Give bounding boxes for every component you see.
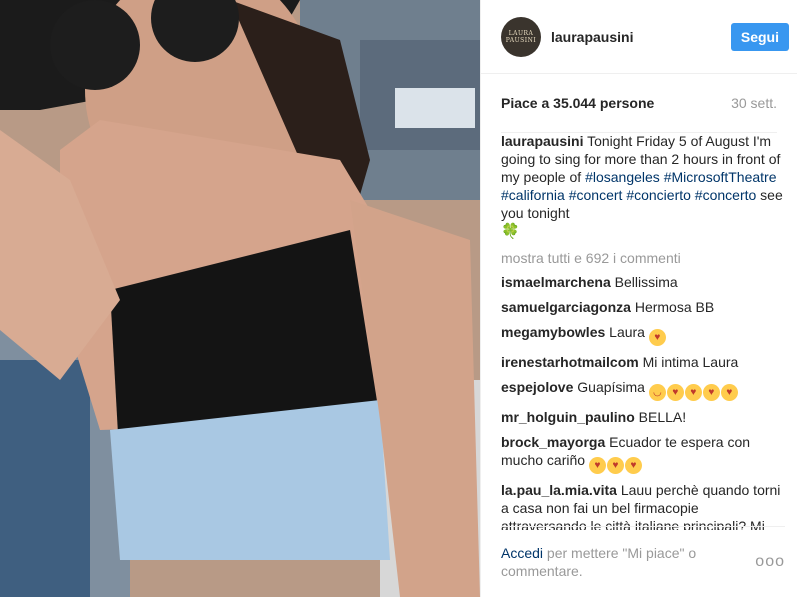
hashtag-link[interactable]: #concerto xyxy=(695,187,756,203)
comment-text: Mi intima Laura xyxy=(638,354,739,370)
four-leaf-clover-icon: 🍀 xyxy=(501,223,520,240)
hashtag-link[interactable]: #concert xyxy=(569,187,623,203)
comment-text: Bellissima xyxy=(610,274,678,290)
username-link[interactable]: laurapausini xyxy=(551,29,731,45)
comment-text: Guapísima xyxy=(573,379,649,395)
caption-username[interactable]: laurapausini xyxy=(501,133,583,149)
post-footer: Accedi per mettere "Mi piace" o commenta… xyxy=(501,526,785,597)
comment-text: Laura xyxy=(605,324,649,340)
comment-username[interactable]: ismaelmarchena xyxy=(501,274,611,290)
comment-username[interactable]: megamybowles xyxy=(501,324,605,340)
comment-item: mr_holguin_paulino BELLA! xyxy=(501,408,785,426)
kiss-emoji-icon: ♥ xyxy=(588,457,606,474)
comment-item: brock_mayorga Ecuador te espera con much… xyxy=(501,433,785,474)
comment-username[interactable]: samuelgarciagonza xyxy=(501,299,631,315)
comment-item: la.pau_la.mia.vita Lauu perchè quando to… xyxy=(501,481,785,530)
login-prompt: Accedi per mettere "Mi piace" o commenta… xyxy=(501,544,731,580)
comment-username[interactable]: espejolove xyxy=(501,379,573,395)
comment-item: espejolove Guapísima ◡ ♥ ♥ ♥ ♥ xyxy=(501,378,785,401)
photo-illustration xyxy=(0,0,480,597)
comment-item: samuelgarciagonza Hermosa BB xyxy=(501,298,785,316)
hashtag-link[interactable]: #concierto xyxy=(626,187,691,203)
login-link[interactable]: Accedi xyxy=(501,545,543,561)
heart-eyes-emoji-icon: ♥ xyxy=(648,329,666,346)
likes-count[interactable]: Piace a 35.044 persone xyxy=(501,95,654,111)
heart-eyes-emoji-icon: ♥ xyxy=(666,384,684,401)
comments-list[interactable]: laurapausini Tonight Friday 5 of August … xyxy=(501,132,785,530)
heart-eyes-emoji-icon: ♥ xyxy=(720,384,738,401)
avatar-line-2: PAUSINI xyxy=(505,36,537,44)
hashtag-link[interactable]: #MicrosoftTheatre xyxy=(664,169,777,185)
likes-row: Piace a 35.044 persone 30 sett. xyxy=(501,74,777,133)
comment-text: Hermosa BB xyxy=(630,299,715,315)
post-view: LAURA PAUSINI laurapausini Segui Piace a… xyxy=(0,0,797,597)
comment-item: irenestarhotmailcom Mi intima Laura xyxy=(501,353,785,371)
smile-emoji-icon: ◡ xyxy=(648,384,666,401)
post-header: LAURA PAUSINI laurapausini Segui xyxy=(481,0,797,74)
avatar-line-1: LAURA xyxy=(508,29,534,37)
hashtag-link[interactable]: #losangeles xyxy=(585,169,660,185)
comment-text: BELLA! xyxy=(634,409,687,425)
comment-username[interactable]: irenestarhotmailcom xyxy=(501,354,639,370)
avatar[interactable]: LAURA PAUSINI xyxy=(501,16,541,57)
more-options-icon[interactable]: ooo xyxy=(755,553,785,571)
comment-username[interactable]: la.pau_la.mia.vita xyxy=(501,482,617,498)
post-sidebar: LAURA PAUSINI laurapausini Segui Piace a… xyxy=(480,0,797,597)
caption: laurapausini Tonight Friday 5 of August … xyxy=(501,132,785,241)
hashtag-link[interactable]: #california xyxy=(501,187,565,203)
post-photo[interactable] xyxy=(0,0,480,597)
heart-eyes-emoji-icon: ♥ xyxy=(702,384,720,401)
post-date[interactable]: 30 sett. xyxy=(731,95,777,111)
comment-item: ismaelmarchena Bellissima xyxy=(501,273,785,291)
kiss-emoji-icon: ♥ xyxy=(606,457,624,474)
kiss-emoji-icon: ♥ xyxy=(624,457,642,474)
heart-eyes-emoji-icon: ♥ xyxy=(684,384,702,401)
comment-item: megamybowles Laura ♥ xyxy=(501,323,785,346)
comment-username[interactable]: mr_holguin_paulino xyxy=(501,409,635,425)
load-more-comments[interactable]: mostra tutti e 692 i commenti xyxy=(501,249,785,267)
follow-button[interactable]: Segui xyxy=(730,22,789,51)
comment-username[interactable]: brock_mayorga xyxy=(501,434,605,450)
